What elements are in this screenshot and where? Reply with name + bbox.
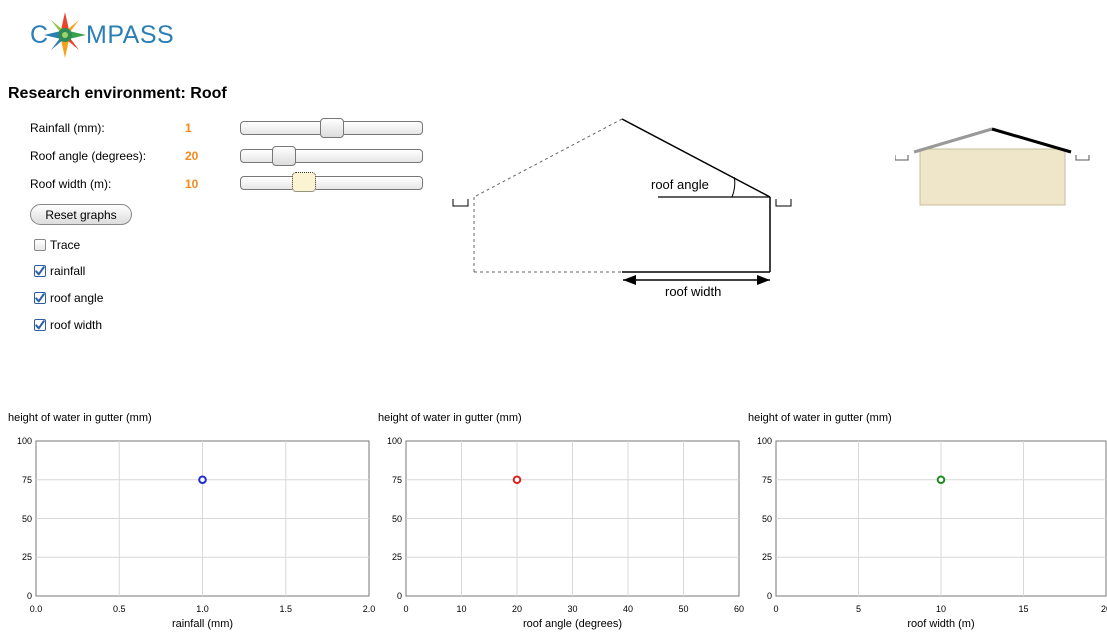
checkbox-roof-width[interactable]: roof width: [34, 318, 102, 332]
graph-title-rainfall: height of water in gutter (mm): [8, 412, 152, 424]
y-tick-label: 0: [396, 591, 402, 601]
logo-text-mpass: MPASS: [86, 21, 175, 49]
arrow-left-head: [623, 275, 636, 285]
data-point: [198, 475, 207, 485]
x-tick-label: 0.5: [112, 604, 126, 614]
angle-arc: [731, 177, 736, 198]
y-tick-label: 50: [391, 513, 402, 524]
x-axis-label: rainfall (mm): [171, 618, 234, 630]
y-tick-label: 100: [16, 436, 32, 446]
chart-svg: [35, 440, 370, 597]
x-tick-label: 20: [511, 604, 523, 614]
roof-angle-value: 20: [185, 149, 199, 163]
checkbox-box[interactable]: [34, 292, 46, 304]
y-tick-label: 100: [756, 436, 772, 446]
arrow-right-head: [757, 275, 770, 285]
checkbox-box[interactable]: [34, 239, 46, 251]
x-tick-label: 0: [773, 604, 779, 614]
chart-svg: [775, 440, 1107, 597]
gutter-left: [452, 199, 469, 207]
checkbox-box[interactable]: [34, 319, 46, 331]
checkbox-label: rainfall: [50, 264, 86, 278]
x-tick-label: 1.0: [196, 604, 209, 614]
roof-angle-diagram-label: roof angle: [650, 177, 710, 192]
rainfall-label: Rainfall (mm):: [30, 121, 105, 135]
checkbox-trace[interactable]: Trace: [34, 238, 80, 252]
x-tick-label: 30: [567, 604, 578, 614]
rainfall-slider-thumb[interactable]: [319, 118, 344, 138]
checkbox-rainfall[interactable]: rainfall: [34, 264, 85, 278]
y-tick-label: 75: [391, 474, 402, 485]
y-tick-label: 0: [766, 591, 772, 601]
y-tick-label: 50: [761, 513, 772, 524]
data-point: [512, 475, 522, 485]
checkbox-roof-angle[interactable]: roof angle: [34, 291, 103, 305]
x-tick-label: 15: [1018, 604, 1029, 614]
roof-width-slider-track[interactable]: [240, 176, 423, 190]
x-axis-label: roof width (m): [907, 618, 975, 630]
x-tick-label: 5: [855, 604, 862, 614]
data-point: [936, 475, 946, 485]
roof-width-value: 10: [185, 177, 199, 191]
y-tick-label: 25: [391, 552, 402, 563]
x-tick-label: 0.0: [29, 604, 43, 614]
chart-rainfall: 0 25 50 75 100 0.0 0.5 1.0 1.5 2.0 rainfall (mm): [0, 430, 375, 636]
checkmark-icon: [35, 320, 45, 330]
checkbox-label: roof angle: [50, 291, 104, 305]
graph-title-roof-angle: height of water in gutter (mm): [378, 412, 522, 424]
x-tick-label: 50: [678, 604, 689, 614]
chart-roof-angle: 0 25 50 75 100 0 10 20 30 40 50 60 roof angle (degre…: [370, 430, 744, 636]
y-tick-label: 100: [386, 436, 402, 446]
chart-roof-width: 0 25 50 75 100 0 5 10 15 20 roof width (m): [740, 430, 1107, 636]
roof-width-slider-thumb[interactable]: [292, 172, 317, 192]
roof-width-diagram-label: roof width: [665, 284, 722, 299]
roof-angle-slider-track[interactable]: [240, 149, 423, 163]
gutter-right: [775, 199, 792, 207]
roof-diagram: [452, 118, 792, 285]
roof-width-label: Roof width (m):: [30, 177, 112, 191]
checkbox-label: Trace: [50, 238, 81, 252]
y-tick-label: 25: [21, 552, 32, 563]
roof-angle-slider-thumb[interactable]: [271, 146, 296, 166]
reset-graphs-button[interactable]: Reset graphs: [30, 204, 132, 225]
x-tick-label: 0: [403, 604, 409, 614]
roof-slope-dashed: [473, 118, 623, 198]
checkbox-label: roof width: [50, 318, 103, 332]
x-axis-label: roof angle (degrees): [522, 618, 623, 630]
y-tick-label: 50: [21, 513, 32, 524]
y-tick-label: 0: [26, 591, 32, 601]
page-title: Research environment: Roof: [8, 85, 227, 102]
compass-logo: C MPASS: [24, 12, 184, 60]
y-tick-label: 75: [21, 474, 32, 485]
rainfall-value: 1: [185, 121, 192, 135]
y-tick-label: 25: [761, 552, 772, 563]
x-tick-label: 10: [456, 604, 467, 614]
x-tick-label: 20: [1100, 604, 1107, 614]
graph-title-roof-width: height of water in gutter (mm): [748, 412, 892, 424]
checkmark-icon: [35, 293, 45, 303]
y-tick-label: 75: [761, 474, 772, 485]
checkmark-icon: [35, 266, 45, 276]
checkbox-box[interactable]: [34, 265, 46, 277]
roof-angle-label: Roof angle (degrees):: [30, 149, 147, 163]
house-icon: [895, 127, 1090, 206]
x-tick-label: 40: [622, 604, 634, 614]
x-tick-label: 10: [935, 604, 947, 614]
x-tick-label: 1.5: [279, 604, 293, 614]
compass-star-icon: [44, 12, 86, 58]
